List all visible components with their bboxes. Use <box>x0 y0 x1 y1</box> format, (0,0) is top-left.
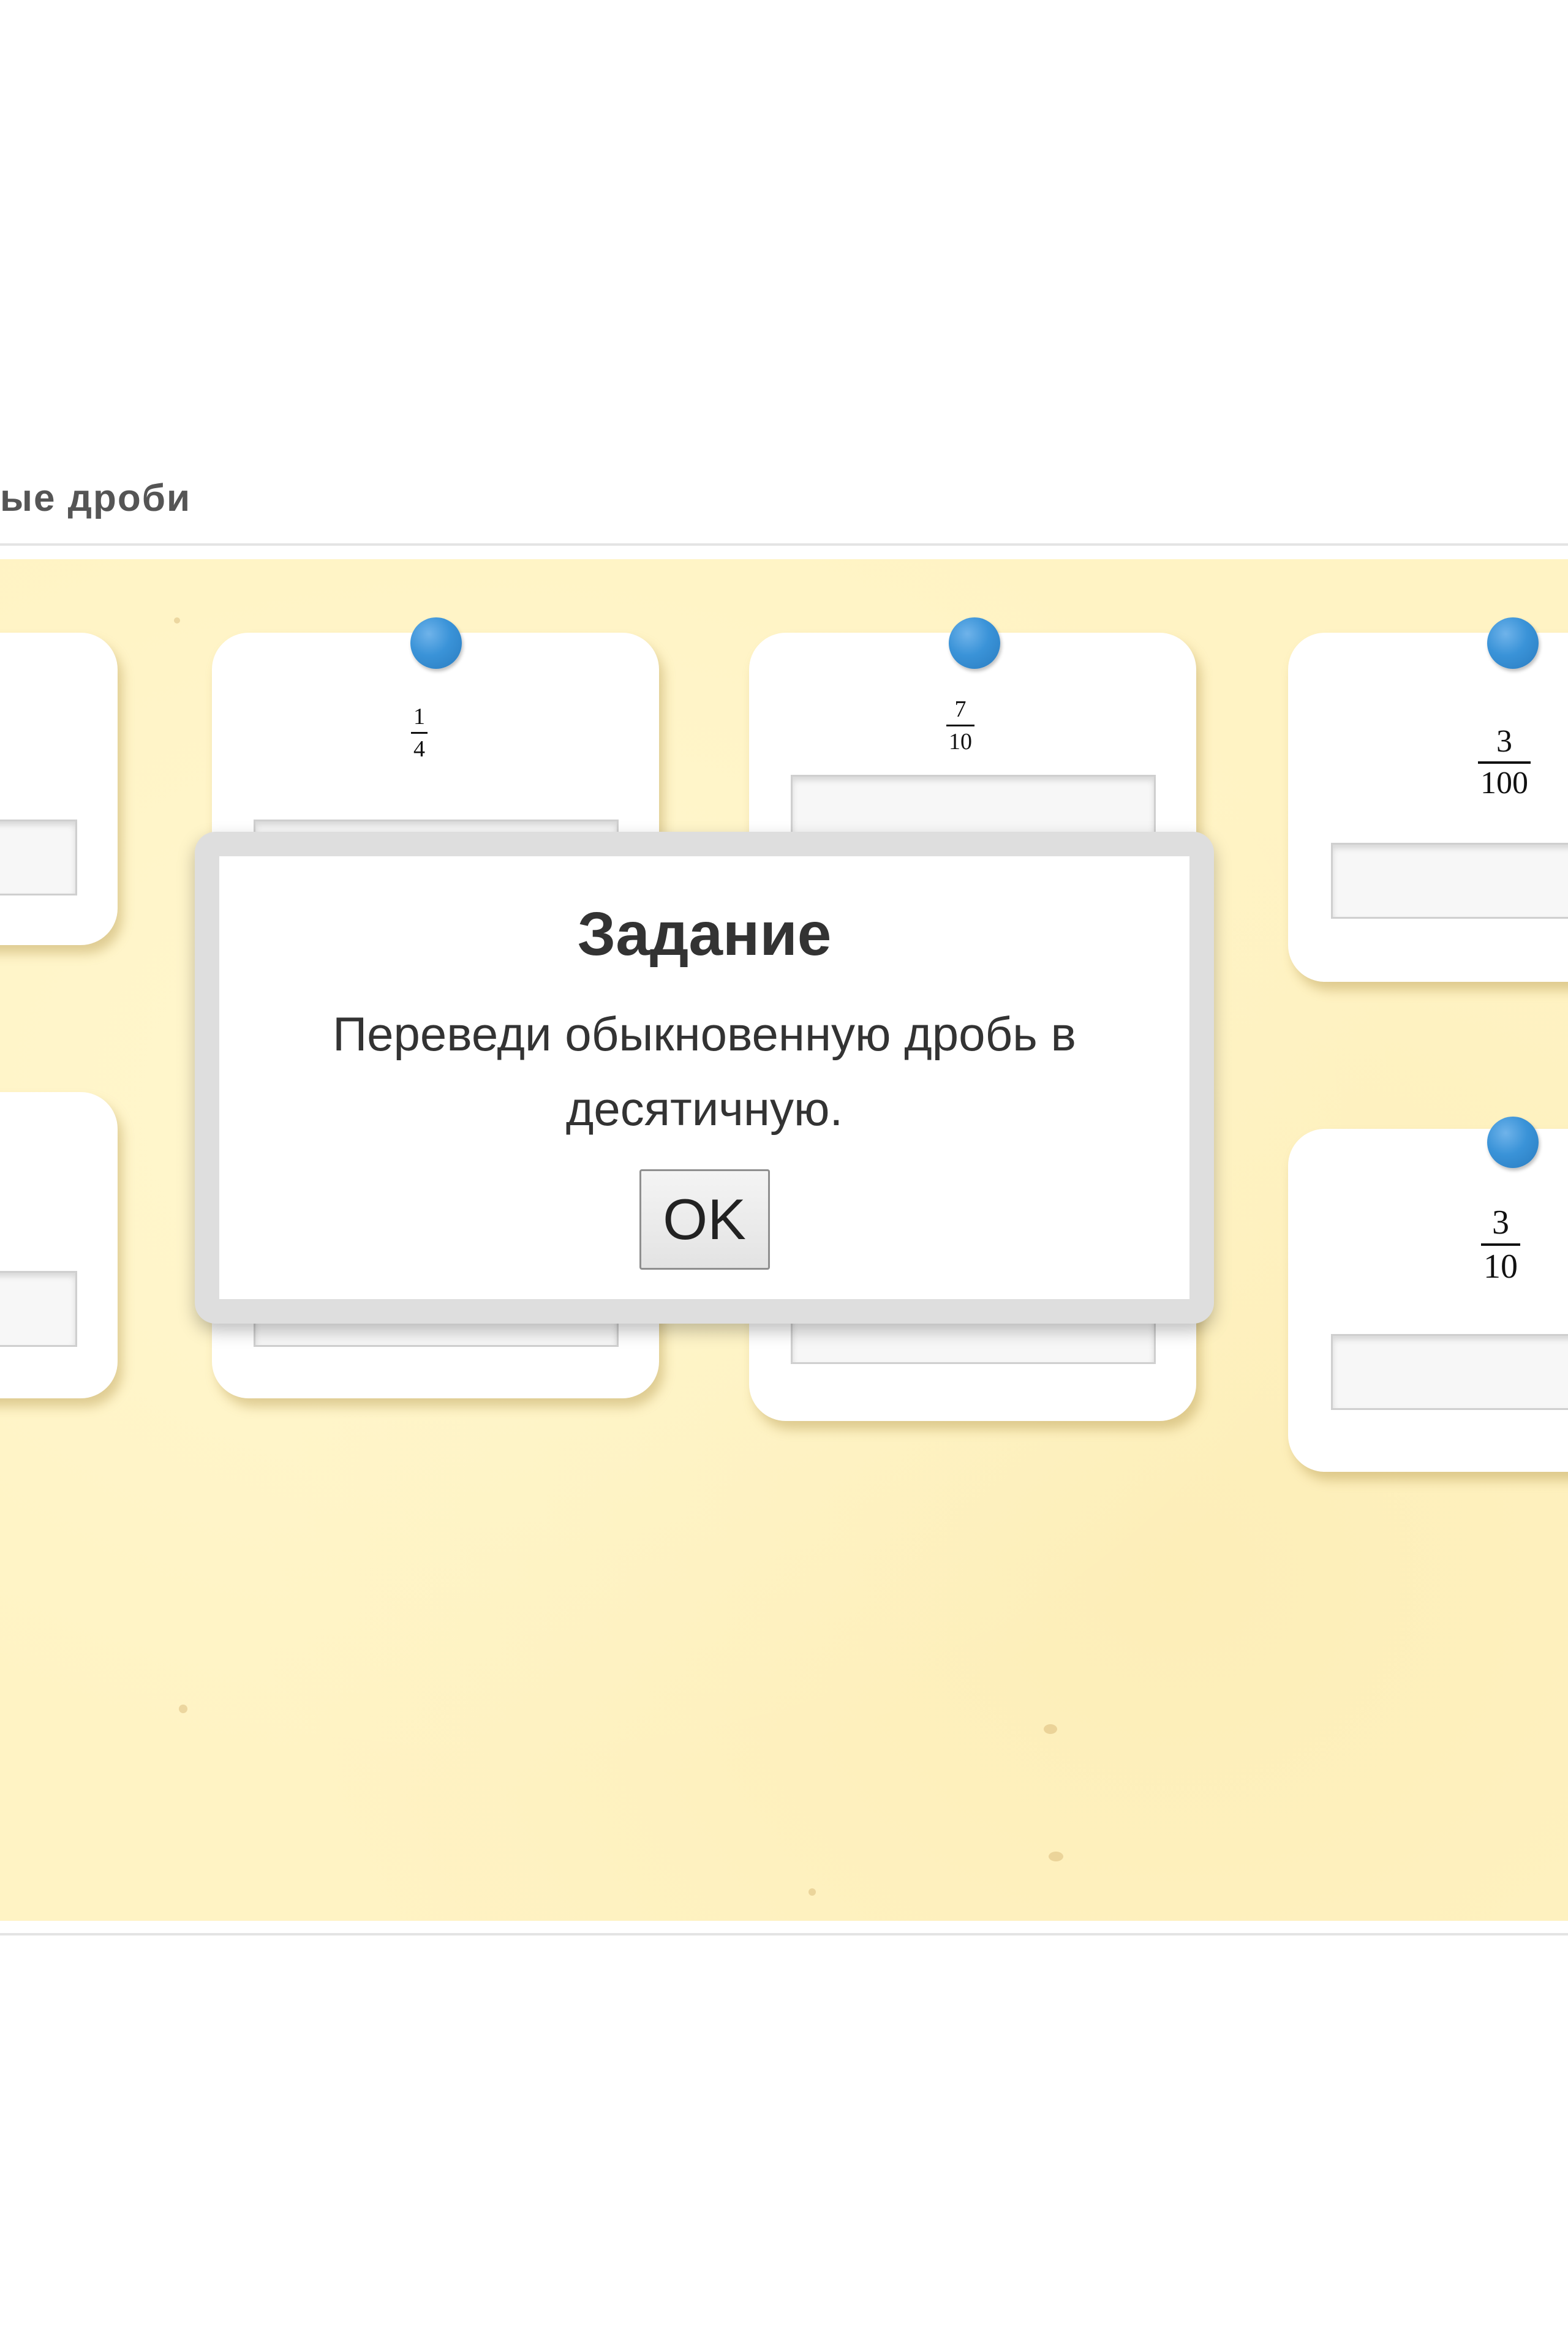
fraction-card: 3 100 <box>1288 633 1568 982</box>
answer-input[interactable] <box>1331 843 1568 919</box>
board-speck <box>179 1705 187 1713</box>
pin-icon <box>410 617 462 669</box>
board-speck <box>174 617 180 624</box>
board-speck <box>809 1888 816 1896</box>
dialog-title: Задание <box>577 900 832 968</box>
fraction: 3 100 <box>1478 726 1531 799</box>
answer-input[interactable] <box>0 1271 77 1347</box>
fraction-numerator: 1 <box>413 704 425 729</box>
fraction-card <box>0 1092 118 1398</box>
fraction: 1 4 <box>411 705 428 761</box>
fraction-card: 3 10 <box>1288 1129 1568 1472</box>
dialog-message: Переведи обыкновенную дробь в десятичную… <box>333 1007 1076 1136</box>
fraction-denominator: 10 <box>1483 1248 1518 1286</box>
ok-button[interactable]: OK <box>639 1169 770 1270</box>
fraction: 3 10 <box>1481 1205 1520 1284</box>
task-dialog-body: Задание Переведи обыкновенную дробь в де… <box>219 856 1189 1299</box>
fraction-denominator: 4 <box>413 736 425 762</box>
pin-icon <box>1487 617 1539 669</box>
fraction-numerator: 3 <box>1492 1204 1509 1242</box>
fraction-denominator: 100 <box>1480 766 1528 801</box>
page-title: ые дроби <box>0 477 192 519</box>
title-divider <box>0 543 1568 546</box>
fraction-numerator: 3 <box>1496 724 1512 759</box>
fraction: 7 10 <box>946 698 974 753</box>
fraction-numerator: 7 <box>954 696 967 722</box>
board-speck <box>1049 1852 1063 1861</box>
board-speck <box>1044 1724 1057 1734</box>
pin-icon <box>949 617 1000 669</box>
pin-icon <box>1487 1117 1539 1168</box>
answer-input[interactable] <box>0 820 77 895</box>
fraction-card <box>0 633 118 945</box>
fraction-denominator: 10 <box>949 729 972 755</box>
bottom-divider <box>0 1933 1568 1936</box>
answer-input[interactable] <box>1331 1334 1568 1410</box>
task-dialog: Задание Переведи обыкновенную дробь в де… <box>195 832 1214 1324</box>
